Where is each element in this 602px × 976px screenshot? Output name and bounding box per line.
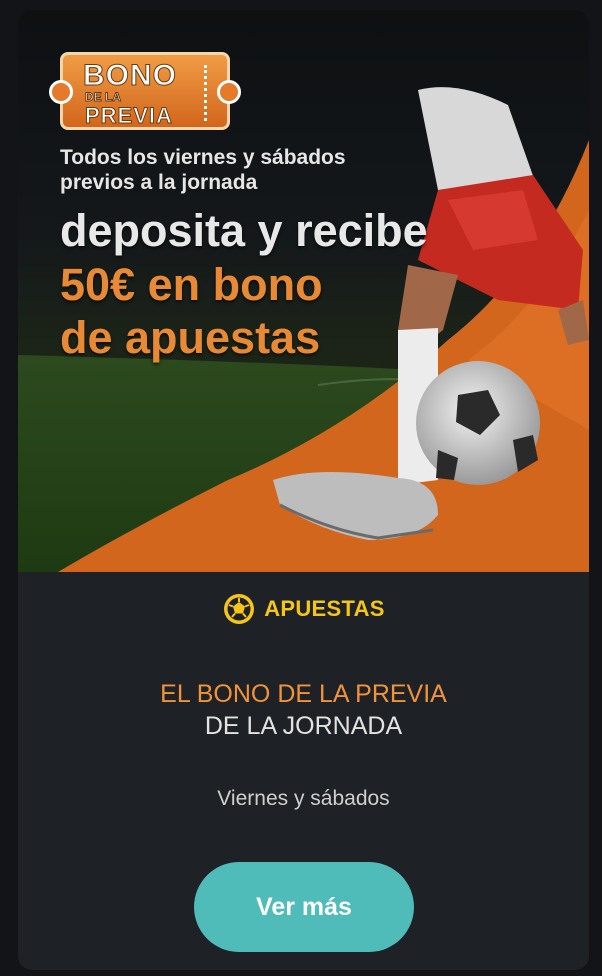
logo-text-bono: BONO — [83, 59, 177, 92]
promo-banner-image[interactable]: BONO DE LA PREVIA Todos los viernes y sá… — [18, 10, 589, 572]
football-icon — [224, 594, 255, 624]
promo-title: EL BONO DE LA PREVIA — [160, 680, 447, 708]
promo-schedule: Viernes y sábados — [217, 787, 390, 810]
ball-icon — [49, 80, 73, 104]
ball-icon — [217, 80, 241, 104]
banner-offer-amount: 50€ en bono — [60, 259, 323, 310]
logo-decoration — [204, 65, 211, 121]
banner-offer-type: de apuestas — [60, 312, 321, 363]
ver-mas-button[interactable]: Ver más — [194, 862, 414, 952]
logo-text-previa: PREVIA — [85, 103, 173, 128]
banner-headline: deposita y recibe — [60, 205, 428, 256]
promo-title-secondary: DE LA JORNADA — [204, 712, 403, 740]
category-tag: APUESTAS — [18, 592, 589, 631]
logo-text-de-la: DE LA — [85, 90, 122, 104]
category-label: APUESTAS — [264, 596, 385, 621]
banner-subtitle: Todos los viernes y sábados previos a la… — [60, 146, 346, 194]
bono-de-la-previa-logo: BONO DE LA PREVIA — [49, 52, 241, 130]
promo-card[interactable]: BONO DE LA PREVIA Todos los viernes y sá… — [18, 10, 589, 970]
